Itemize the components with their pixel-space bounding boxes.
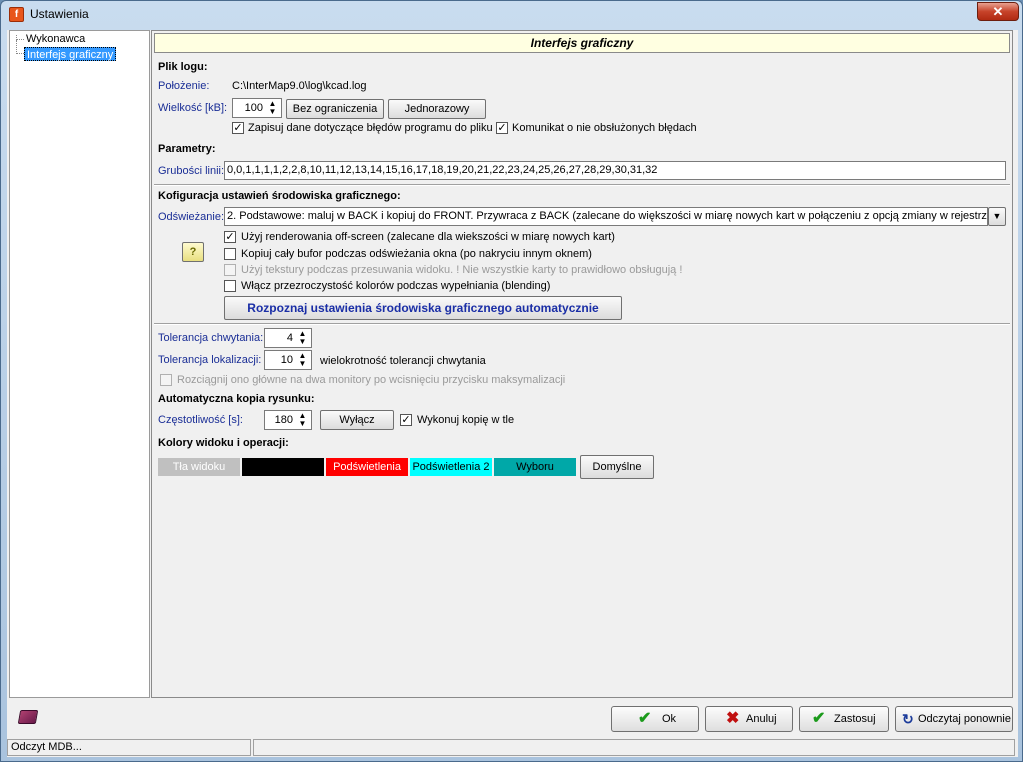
- locate-tolerance-value: 10: [280, 354, 293, 366]
- locate-tolerance-stepper[interactable]: 10 ▲ ▼: [264, 350, 312, 370]
- log-section-title: Plik logu:: [158, 61, 208, 73]
- spin-arrows-icon[interactable]: ▲ ▼: [295, 330, 310, 346]
- copy-buffer-checkbox[interactable]: [224, 248, 236, 260]
- textures-label: Użyj tekstury podczas przesuwania widoku…: [241, 264, 683, 276]
- check-icon: ✔: [812, 710, 826, 727]
- close-button[interactable]: ✕: [977, 2, 1019, 21]
- save-errors-label: Zapisuj dane dotyczące błędów programu d…: [248, 122, 493, 134]
- title-bar[interactable]: f Ustawienia ✕: [1, 1, 1022, 29]
- log-size-stepper[interactable]: 100 ▲ ▼: [232, 98, 282, 118]
- tree-item-interfejs-graficzny[interactable]: Interfejs graficzny: [24, 47, 117, 61]
- status-bar: Odczyt MDB...: [7, 737, 1018, 757]
- apply-button[interactable]: ✔ Zastosuj: [799, 706, 889, 732]
- panel-header: Interfejs graficzny: [154, 33, 1010, 53]
- log-size-label: Wielkość [kB]:: [158, 102, 228, 114]
- unhandled-errors-label: Komunikat o nie obsłużonych błędach: [512, 122, 697, 134]
- one-time-button[interactable]: Jednorazowy: [388, 99, 486, 119]
- blending-label: Włącz przezroczystość kolorów podczas wy…: [241, 280, 551, 292]
- autosave-section-title: Automatyczna kopia rysunku:: [158, 393, 315, 405]
- spin-arrows-icon[interactable]: ▲ ▼: [295, 352, 310, 368]
- autosave-freq-value: 180: [274, 414, 293, 426]
- snap-tolerance-label: Tolerancja chwytania:: [158, 332, 264, 344]
- chevron-down-icon[interactable]: ▼: [988, 207, 1006, 226]
- cancel-button[interactable]: ✖ Anuluj: [705, 706, 793, 732]
- check-icon: ✔: [638, 710, 652, 727]
- reload-button-label: Odczytaj ponownie: [918, 713, 1011, 725]
- autosave-freq-stepper[interactable]: 180 ▲ ▼: [264, 410, 312, 430]
- refresh-icon: ↻: [902, 711, 914, 727]
- default-colors-button[interactable]: Domyślne: [580, 455, 654, 479]
- autosave-background-checkbox[interactable]: ✓: [400, 414, 412, 426]
- separator: [154, 323, 1010, 325]
- help-icon[interactable]: ?: [182, 242, 204, 262]
- selection-color-swatch[interactable]: Wyboru: [494, 458, 576, 476]
- stretch-monitors-label: Rozciągnij ono główne na dwa monitory po…: [177, 374, 566, 386]
- spin-arrows-icon[interactable]: ▲ ▼: [295, 412, 310, 428]
- foreground-color-swatch[interactable]: [242, 458, 324, 476]
- no-limit-button[interactable]: Bez ograniczenia: [286, 99, 384, 119]
- save-errors-checkbox[interactable]: ✓: [232, 122, 244, 134]
- status-text: Odczyt MDB...: [7, 739, 251, 756]
- window-title: Ustawienia: [30, 7, 89, 21]
- book-icon[interactable]: [17, 710, 39, 724]
- refresh-select[interactable]: 2. Podstawowe: maluj w BACK i kopiuj do …: [224, 207, 988, 226]
- cross-icon: ✖: [726, 710, 740, 727]
- highlight-color-swatch[interactable]: Podświetlenia: [326, 458, 408, 476]
- ok-button-label: Ok: [662, 713, 677, 725]
- copy-buffer-label: Kopiuj cały bufor podczas odświeżania ok…: [241, 248, 592, 260]
- background-color-swatch[interactable]: Tła widoku: [158, 458, 240, 476]
- settings-window: f Ustawienia ✕ Wykonawca Interfejs grafi…: [0, 0, 1023, 762]
- colors-section-title: Kolory widoku i operacji:: [158, 437, 289, 449]
- refresh-label: Odświeżanie:: [158, 211, 225, 223]
- settings-panel: Interfejs graficzny Plik logu: Położenie…: [151, 30, 1013, 698]
- log-size-value: 100: [244, 102, 263, 114]
- reload-button[interactable]: ↻ Odczytaj ponownie: [895, 706, 1013, 732]
- log-location-value: C:\InterMap9.0\log\kcad.log: [232, 80, 367, 92]
- separator: [154, 184, 1010, 186]
- blending-checkbox[interactable]: [224, 280, 236, 292]
- locate-tolerance-label: Tolerancja lokalizacji:: [158, 354, 262, 366]
- offscreen-label: Użyj renderowania off-screen (zalecane d…: [241, 231, 615, 243]
- highlight2-color-swatch[interactable]: Podświetlenia 2: [410, 458, 492, 476]
- stretch-monitors-checkbox: [160, 374, 172, 386]
- app-icon: f: [9, 7, 24, 22]
- autosave-background-label: Wykonuj kopię w tle: [417, 414, 515, 426]
- ok-button[interactable]: ✔ Ok: [611, 706, 699, 732]
- autosave-disable-button[interactable]: Wyłącz: [320, 410, 394, 430]
- line-widths-input[interactable]: 0,0,1,1,1,1,2,2,8,10,11,12,13,14,15,16,1…: [224, 161, 1006, 180]
- graphics-section-title: Kofiguracja ustawień środowiska graficzn…: [158, 190, 401, 202]
- snap-tolerance-stepper[interactable]: 4 ▲ ▼: [264, 328, 312, 348]
- line-widths-label: Grubości linii:: [158, 165, 225, 177]
- snap-tolerance-value: 4: [286, 332, 293, 344]
- settings-tree[interactable]: Wykonawca Interfejs graficzny: [9, 30, 150, 698]
- textures-checkbox: [224, 264, 236, 276]
- unhandled-errors-checkbox[interactable]: ✓: [496, 122, 508, 134]
- spin-arrows-icon[interactable]: ▲ ▼: [265, 100, 280, 116]
- client-area: Wykonawca Interfejs graficzny Interfejs …: [7, 30, 1018, 757]
- params-section-title: Parametry:: [158, 143, 216, 155]
- cancel-button-label: Anuluj: [746, 713, 777, 725]
- log-location-label: Położenie:: [158, 80, 210, 92]
- detect-graphics-button[interactable]: Rozpoznaj ustawienia środowiska graficzn…: [224, 296, 622, 320]
- tree-connector: [16, 40, 24, 54]
- apply-button-label: Zastosuj: [834, 713, 876, 725]
- status-panel-empty: [253, 739, 1015, 756]
- autosave-freq-label: Częstotliwość [s]:: [158, 414, 243, 426]
- offscreen-checkbox[interactable]: ✓: [224, 231, 236, 243]
- tree-item-wykonawca[interactable]: Wykonawca: [24, 32, 87, 46]
- locate-tolerance-suffix: wielokrotność tolerancji chwytania: [320, 355, 486, 367]
